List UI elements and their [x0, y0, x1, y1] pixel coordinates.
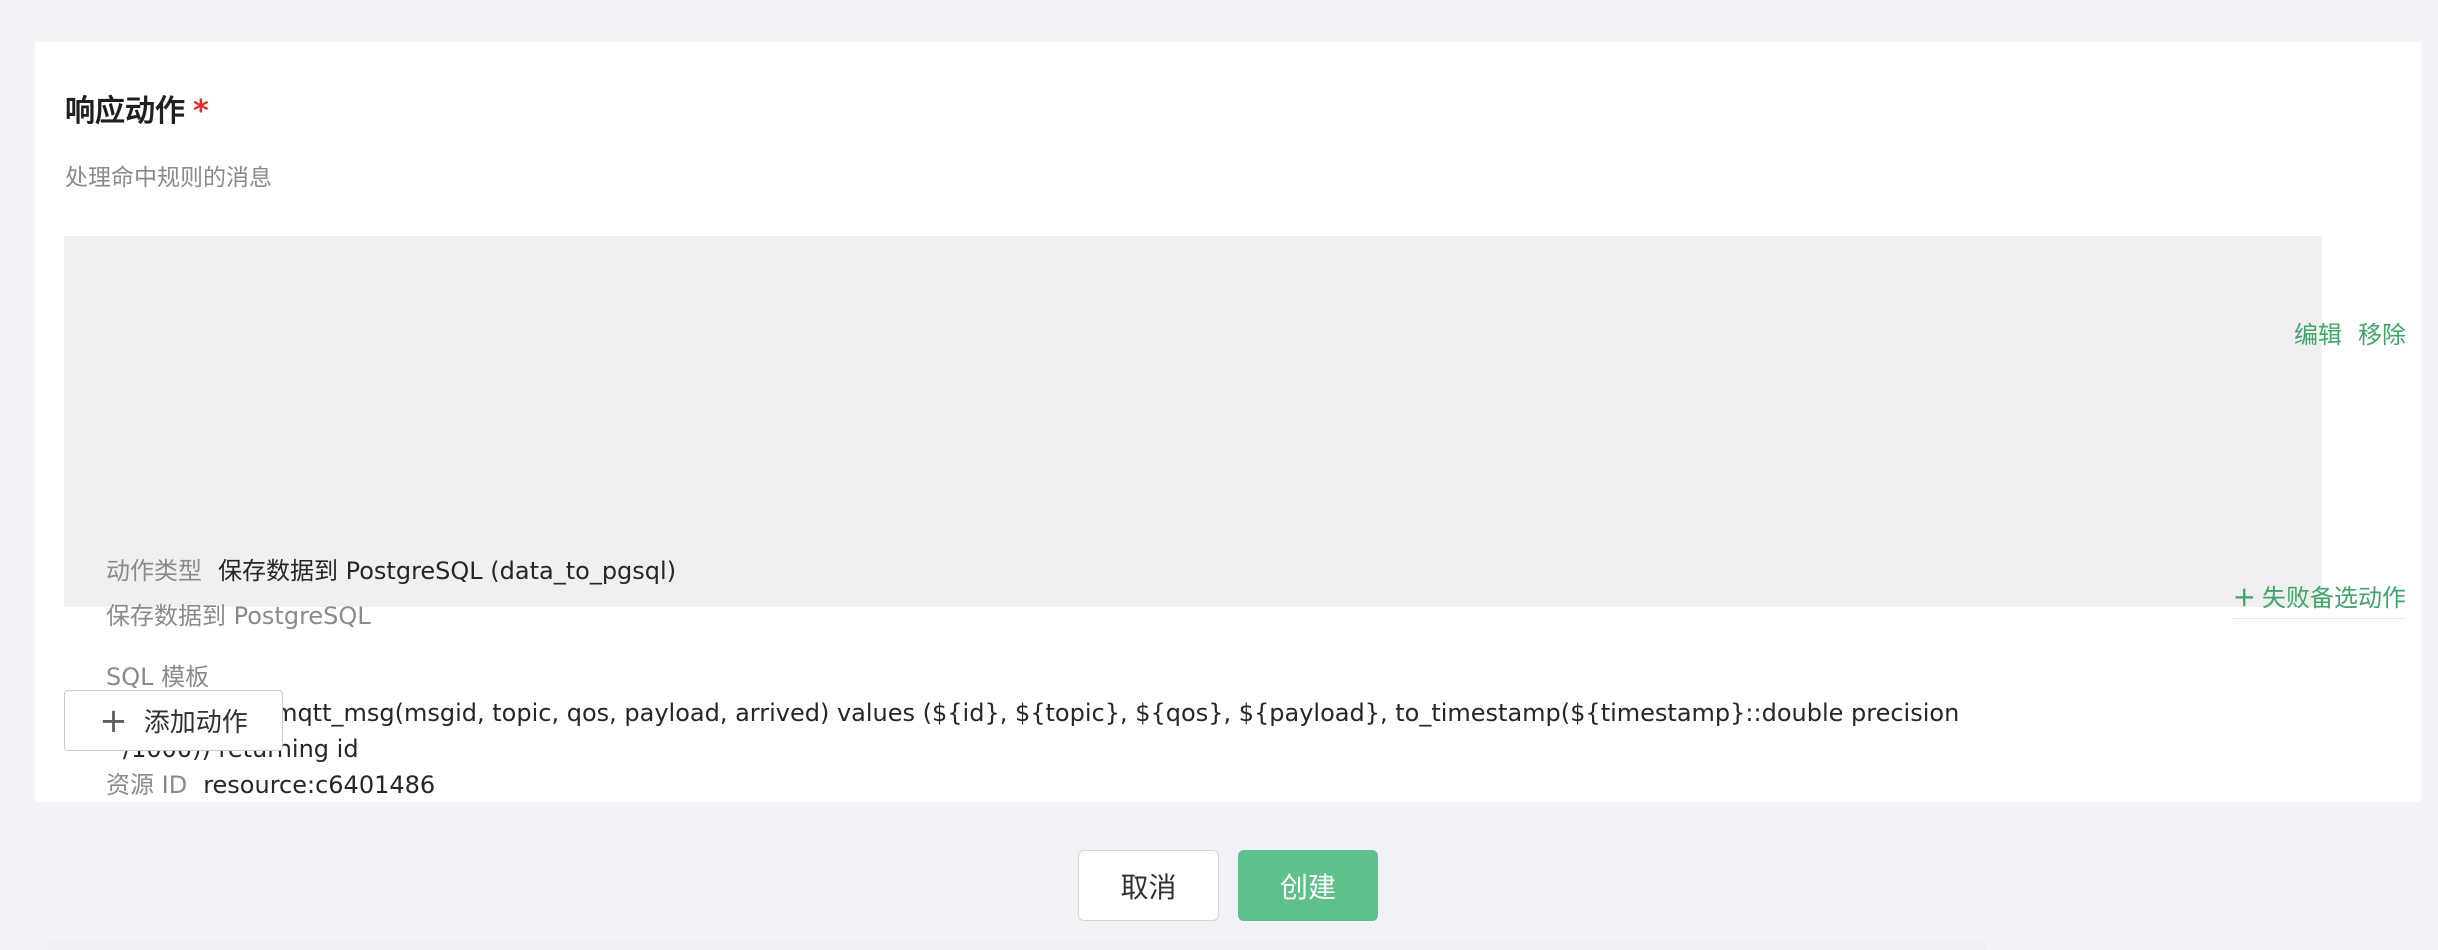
- resource-id-row: 资源 ID resource:c6401486: [106, 768, 435, 802]
- action-panel: 动作类型 保存数据到 PostgreSQL (data_to_pgsql) 保存数…: [64, 236, 2322, 799]
- remove-action-link[interactable]: 移除: [2358, 321, 2406, 349]
- add-fallback-action-link[interactable]: + 失败备选动作: [2232, 580, 2406, 619]
- cancel-button[interactable]: 取消: [1078, 850, 1219, 921]
- section-title: 响应动作 *: [65, 92, 209, 132]
- sql-template-line: insert into t_mqtt_msg(msgid, topic, qos…: [123, 699, 1960, 727]
- action-type-label: 动作类型: [106, 557, 202, 585]
- add-action-button[interactable]: + 添加动作: [64, 690, 283, 751]
- edit-action-link[interactable]: 编辑: [2294, 321, 2342, 349]
- action-description: 保存数据到 PostgreSQL: [106, 602, 371, 630]
- fallback-action-label: 失败备选动作: [2262, 584, 2406, 612]
- action-panel-links: 编辑 移除: [2278, 318, 2406, 352]
- footer-shadow: [48, 941, 1986, 950]
- plus-icon: +: [99, 700, 128, 741]
- resource-id-value: resource:c6401486: [203, 771, 436, 799]
- resource-id-label: 资源 ID: [106, 771, 188, 799]
- page: { "section": { "title": "响应动作", "require…: [0, 0, 2438, 950]
- create-button[interactable]: 创建: [1238, 850, 1378, 921]
- required-marker: *: [193, 94, 209, 129]
- action-type-row: 动作类型 保存数据到 PostgreSQL (data_to_pgsql): [106, 554, 676, 588]
- section-description: 处理命中规则的消息: [65, 165, 272, 191]
- action-type-value: 保存数据到 PostgreSQL (data_to_pgsql): [218, 557, 677, 585]
- section-title-text: 响应动作: [65, 94, 185, 129]
- add-action-label: 添加动作: [143, 708, 248, 738]
- plus-icon: +: [2232, 580, 2256, 613]
- sql-template-label: SQL 模板: [106, 663, 210, 691]
